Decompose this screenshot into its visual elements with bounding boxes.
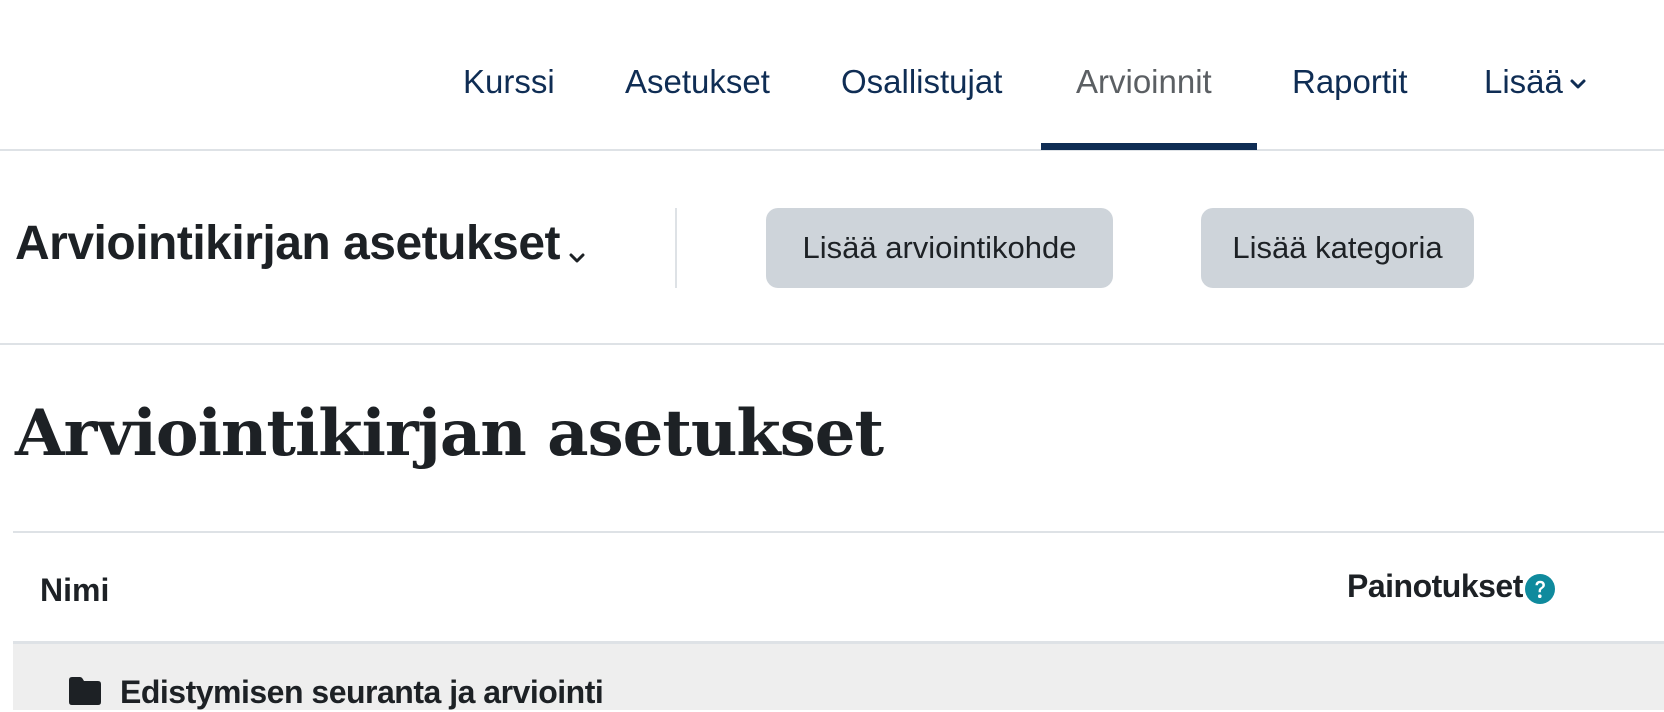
nav-tab-arvioinnit[interactable]: Arvioinnit [1076,62,1212,102]
page-title: Arviointikirjan asetukset [15,396,884,471]
table-row: Edistymisen seuranta ja arviointi [13,644,1664,710]
nav-tab-lisaa-label: Lisää [1484,63,1563,100]
gradebook-page-selector[interactable]: Arviointikirjan asetukset [15,216,561,272]
nav-tab-asetukset[interactable]: Asetukset [625,62,770,102]
chevron-down-icon[interactable] [566,247,588,269]
tertiary-navigation: Arviointikirjan asetukset Lisää arvioint… [0,151,1664,345]
divider [675,208,677,288]
nav-tab-kurssi[interactable]: Kurssi [463,62,555,102]
add-category-button[interactable]: Lisää kategoria [1201,208,1474,288]
add-grade-item-button[interactable]: Lisää arviointikohde [766,208,1113,288]
column-header-name: Nimi [40,572,110,608]
chevron-down-icon [1570,79,1586,89]
table-top-border [13,531,1664,533]
nav-tab-raportit[interactable]: Raportit [1292,62,1408,102]
active-tab-indicator [1041,143,1257,150]
nav-tab-lisaa[interactable]: Lisää [1484,62,1587,102]
nav-tab-osallistujat[interactable]: Osallistujat [841,62,1002,102]
column-header-weights: Painotukset [1347,568,1523,604]
gradebook-page-selector-label: Arviointikirjan asetukset [15,217,561,270]
secondary-navigation: Kurssi Asetukset Osallistujat Arvioinnit… [0,0,1664,151]
category-name: Edistymisen seuranta ja arviointi [120,674,604,710]
folder-icon [69,677,101,705]
help-icon[interactable] [1524,573,1556,605]
